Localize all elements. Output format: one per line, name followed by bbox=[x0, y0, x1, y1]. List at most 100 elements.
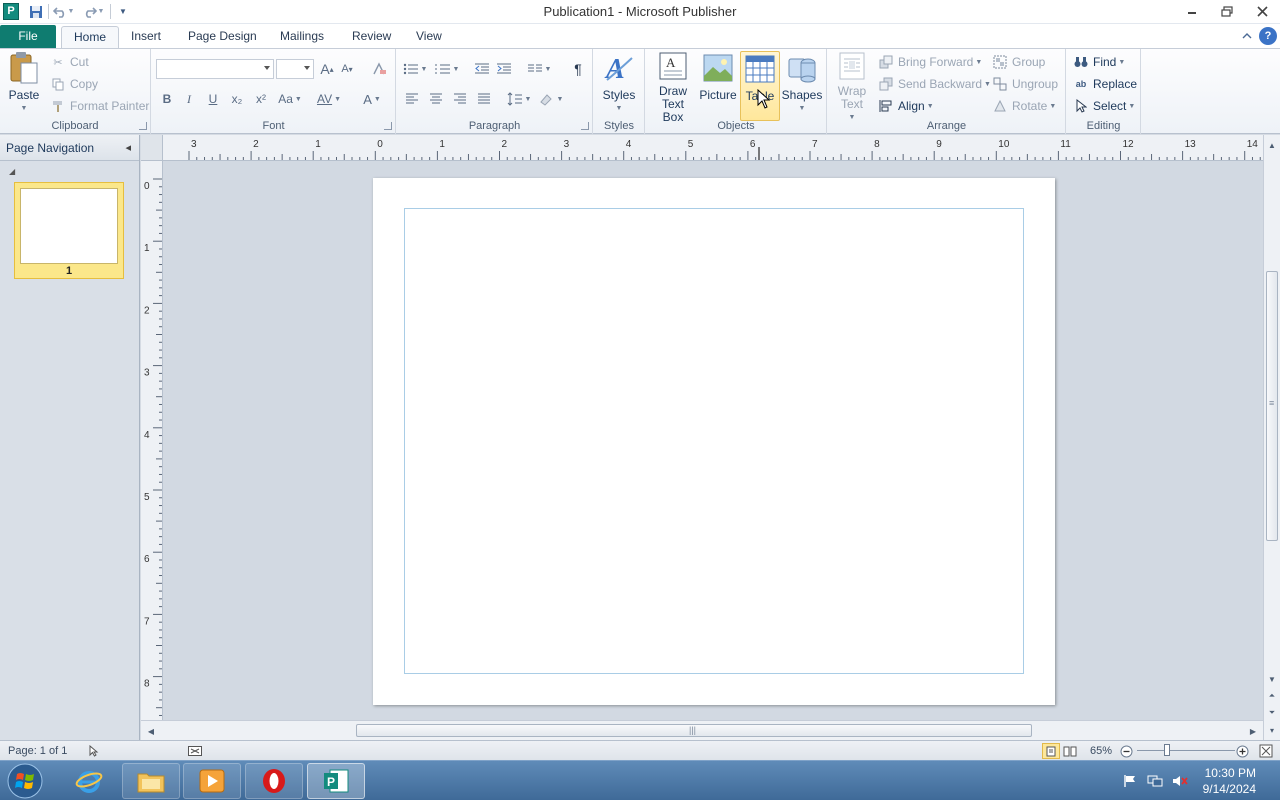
styles-button[interactable]: A Styles ▼ bbox=[600, 51, 638, 121]
help-icon[interactable]: ? bbox=[1259, 27, 1277, 45]
select-browse-object-icon[interactable]: ▾ bbox=[1264, 722, 1280, 738]
columns-icon[interactable]: ▼ bbox=[525, 59, 553, 79]
close-icon[interactable] bbox=[1245, 0, 1279, 22]
bring-forward-button[interactable]: Bring Forward ▼ bbox=[878, 52, 982, 72]
show-paragraph-marks-button[interactable]: ¶ bbox=[567, 59, 589, 79]
vertical-ruler[interactable]: 0 1 2 3 4 5 6 7 8 bbox=[141, 161, 163, 720]
horizontal-scrollbar[interactable]: ◀ ||| ▶ bbox=[141, 720, 1263, 740]
tab-insert[interactable]: Insert bbox=[119, 26, 173, 48]
grow-font-button[interactable]: A ▴ bbox=[316, 59, 338, 79]
rotate-button[interactable]: Rotate ▼ bbox=[992, 96, 1056, 116]
two-page-view-icon[interactable] bbox=[1063, 744, 1077, 758]
minimize-icon[interactable] bbox=[1175, 0, 1209, 22]
subscript-button[interactable]: x₂ bbox=[226, 89, 248, 109]
ungroup-button[interactable]: Ungroup bbox=[992, 74, 1058, 94]
tab-home[interactable]: Home bbox=[61, 26, 120, 48]
page-count-status[interactable]: Page: 1 of 1 bbox=[8, 744, 67, 758]
network-icon[interactable] bbox=[1147, 773, 1163, 789]
fit-page-icon[interactable] bbox=[1259, 744, 1273, 758]
next-page-icon[interactable]: ⏷ bbox=[1264, 705, 1280, 721]
font-size-combo[interactable] bbox=[276, 59, 314, 79]
select-button[interactable]: Select ▼ bbox=[1073, 96, 1135, 116]
cut-button[interactable]: ✂ Cut bbox=[50, 52, 88, 72]
vertical-scroll-thumb[interactable]: ≡ bbox=[1266, 271, 1278, 541]
page-navigation-header: Page Navigation ◂ bbox=[0, 135, 139, 161]
align-left-icon[interactable] bbox=[401, 89, 423, 109]
zoom-in-icon[interactable] bbox=[1236, 744, 1249, 758]
justify-icon[interactable] bbox=[473, 89, 495, 109]
font-dialog-launcher-icon[interactable] bbox=[384, 122, 392, 130]
start-button[interactable] bbox=[3, 762, 47, 800]
section-expand-icon[interactable]: ◢ bbox=[9, 167, 15, 176]
tab-file[interactable]: File bbox=[0, 25, 56, 48]
align-button[interactable]: Align ▼ bbox=[878, 96, 934, 116]
underline-button[interactable]: U bbox=[202, 89, 224, 109]
restore-icon[interactable] bbox=[1210, 0, 1244, 22]
taskbar-clock[interactable]: 10:30 PM 9/14/2024 bbox=[1186, 765, 1256, 797]
object-position-icon[interactable] bbox=[88, 744, 100, 758]
font-color-button[interactable]: A ▼ bbox=[358, 89, 386, 109]
clear-formatting-icon[interactable] bbox=[368, 59, 390, 79]
scroll-down-icon[interactable]: ▼ bbox=[1264, 671, 1280, 687]
minimize-ribbon-icon[interactable] bbox=[1238, 27, 1256, 45]
publication-page[interactable] bbox=[373, 178, 1055, 705]
paragraph-dialog-launcher-icon[interactable] bbox=[581, 122, 589, 130]
file-explorer-icon[interactable] bbox=[122, 763, 180, 799]
paste-button[interactable]: Paste ▼ bbox=[4, 51, 44, 121]
paragraph-shading-icon[interactable]: ▼ bbox=[537, 89, 565, 109]
superscript-button[interactable]: x² bbox=[250, 89, 272, 109]
media-player-icon[interactable] bbox=[183, 763, 241, 799]
align-right-icon[interactable] bbox=[449, 89, 471, 109]
zoom-slider-thumb[interactable] bbox=[1164, 744, 1170, 756]
send-backward-button[interactable]: Send Backward ▼ bbox=[878, 74, 991, 94]
publisher-taskbar-icon[interactable]: P bbox=[307, 763, 365, 799]
paste-dropdown-icon[interactable]: ▼ bbox=[21, 102, 28, 115]
page-thumbnail-sheet bbox=[20, 188, 118, 264]
zoom-level[interactable]: 65% bbox=[1090, 744, 1112, 758]
action-center-flag-icon[interactable] bbox=[1122, 773, 1138, 789]
scroll-right-icon[interactable]: ▶ bbox=[1245, 723, 1261, 739]
font-name-combo[interactable] bbox=[156, 59, 274, 79]
numbering-icon[interactable]: ▼ bbox=[433, 59, 461, 79]
bold-button[interactable]: B bbox=[156, 89, 178, 109]
scroll-left-icon[interactable]: ◀ bbox=[143, 723, 159, 739]
zoom-slider[interactable] bbox=[1137, 744, 1235, 758]
draw-text-box-button[interactable]: A Draw Text Box bbox=[650, 51, 696, 124]
format-painter-button[interactable]: Format Painter bbox=[50, 96, 149, 116]
tab-mailings[interactable]: Mailings bbox=[268, 26, 336, 48]
vertical-scrollbar[interactable]: ▲ ≡ ▼ ⏶ ⏷ ▾ bbox=[1263, 135, 1280, 740]
publication-workspace[interactable] bbox=[163, 161, 1263, 720]
shrink-font-button[interactable]: A ▾ bbox=[336, 59, 358, 79]
tab-page-design[interactable]: Page Design bbox=[176, 26, 269, 48]
horizontal-ruler[interactable]: 3 2 1 0 1 2 3 4 5 6 7 8 9 10 11 12 13 14 bbox=[163, 135, 1263, 161]
single-page-view-icon[interactable] bbox=[1042, 743, 1060, 759]
character-spacing-button[interactable]: AV ▼ bbox=[314, 89, 344, 109]
increase-indent-icon[interactable] bbox=[493, 59, 515, 79]
tab-view[interactable]: View bbox=[404, 26, 454, 48]
styles-icon: A bbox=[603, 51, 635, 85]
page-thumbnail[interactable]: 1 bbox=[14, 182, 124, 279]
bullets-icon[interactable]: ▼ bbox=[401, 59, 429, 79]
copy-button[interactable]: Copy bbox=[50, 74, 98, 94]
internet-explorer-icon[interactable] bbox=[60, 763, 118, 799]
tab-review[interactable]: Review bbox=[340, 26, 403, 48]
shapes-button[interactable]: Shapes ▼ bbox=[782, 51, 822, 121]
group-button[interactable]: Group bbox=[992, 52, 1045, 72]
clipboard-dialog-launcher-icon[interactable] bbox=[139, 122, 147, 130]
picture-button[interactable]: Picture bbox=[698, 51, 738, 121]
object-size-icon[interactable] bbox=[188, 744, 202, 758]
previous-page-icon[interactable]: ⏶ bbox=[1264, 688, 1280, 704]
replace-button[interactable]: ab Replace bbox=[1073, 74, 1137, 94]
change-case-button[interactable]: Aa ▼ bbox=[276, 89, 304, 109]
scroll-up-icon[interactable]: ▲ bbox=[1264, 137, 1280, 153]
decrease-indent-icon[interactable] bbox=[471, 59, 493, 79]
horizontal-scroll-thumb[interactable]: ||| bbox=[356, 724, 1032, 737]
zoom-out-icon[interactable] bbox=[1120, 744, 1133, 758]
align-center-icon[interactable] bbox=[425, 89, 447, 109]
wrap-text-button[interactable]: Wrap Text ▼ bbox=[832, 51, 872, 121]
italic-button[interactable]: I bbox=[178, 89, 200, 109]
find-button[interactable]: Find ▼ bbox=[1073, 52, 1125, 72]
line-spacing-icon[interactable]: ▼ bbox=[505, 89, 533, 109]
collapse-pane-icon[interactable]: ◂ bbox=[125, 135, 131, 161]
opera-browser-icon[interactable] bbox=[245, 763, 303, 799]
